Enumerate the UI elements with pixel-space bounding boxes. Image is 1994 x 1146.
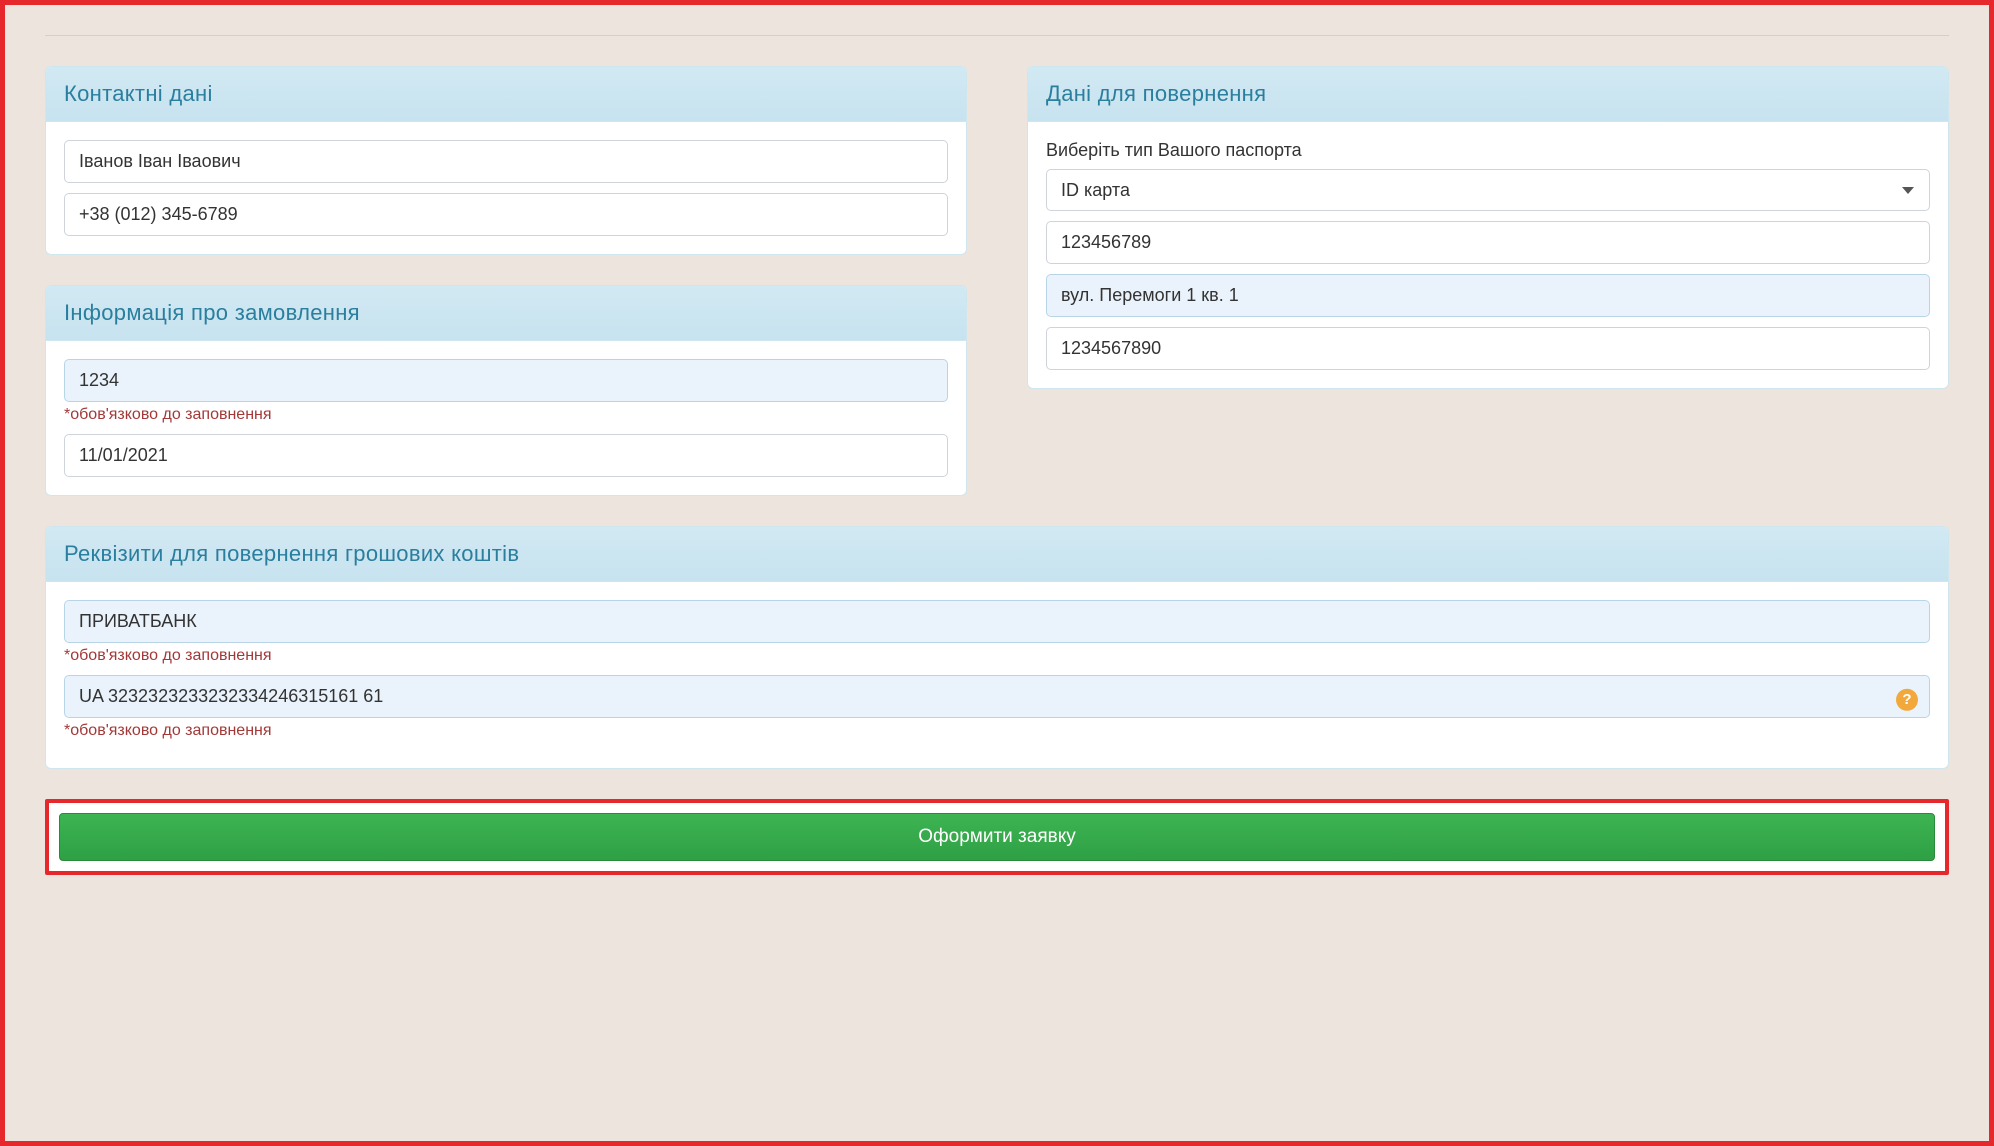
page-frame: Контактні дані Інформація про замовлення…: [0, 0, 1994, 1146]
order-required-hint: *обов'язково до заповнення: [64, 406, 948, 424]
inn-input[interactable]: [1046, 327, 1930, 370]
contact-card-title: Контактні дані: [46, 67, 966, 122]
top-divider: [45, 35, 1949, 36]
passport-type-label: Виберіть тип Вашого паспорта: [1046, 140, 1930, 161]
help-icon[interactable]: ?: [1896, 688, 1918, 710]
submit-button[interactable]: Оформити заявку: [59, 813, 1935, 861]
submit-frame: Оформити заявку: [45, 799, 1949, 875]
bank-details-card: Реквізити для повернення грошових коштів…: [45, 526, 1949, 769]
bank-details-title: Реквізити для повернення грошових коштів: [46, 527, 1948, 582]
bank-required-hint-1: *обов'язково до заповнення: [64, 647, 1930, 665]
return-data-title: Дані для повернення: [1028, 67, 1948, 122]
order-info-card: Інформація про замовлення *обов'язково д…: [45, 285, 967, 496]
bank-name-input[interactable]: [64, 600, 1930, 643]
order-number-input[interactable]: [64, 359, 948, 402]
phone-input[interactable]: [64, 193, 948, 236]
order-info-title: Інформація про замовлення: [46, 286, 966, 341]
contact-card: Контактні дані: [45, 66, 967, 255]
iban-input[interactable]: [64, 675, 1930, 718]
passport-type-select[interactable]: ID карта: [1046, 169, 1930, 211]
return-data-card: Дані для повернення Виберіть тип Вашого …: [1027, 66, 1949, 389]
name-input[interactable]: [64, 140, 948, 183]
address-input[interactable]: [1046, 274, 1930, 317]
order-date-input[interactable]: [64, 434, 948, 477]
passport-number-input[interactable]: [1046, 221, 1930, 264]
